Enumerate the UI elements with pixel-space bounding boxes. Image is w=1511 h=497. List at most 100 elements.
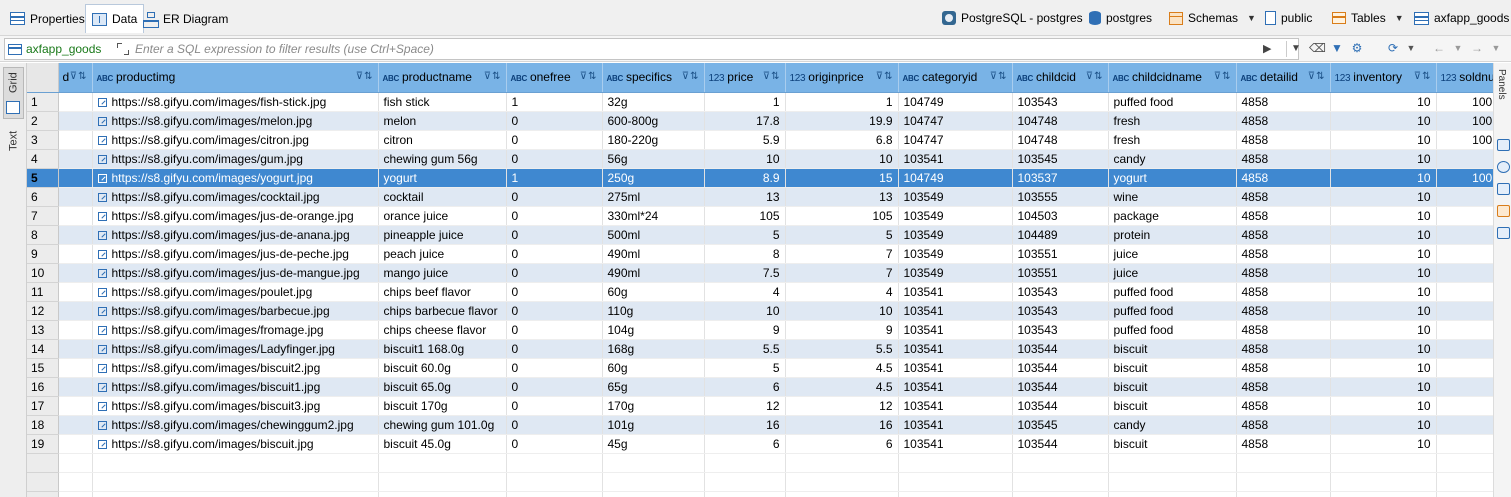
cell-productimg[interactable]: https://s8.gifyu.com/images/jus-de-peche…: [92, 244, 379, 264]
cell-productname[interactable]: biscuit 65.0g: [378, 377, 507, 397]
cell-categoryid[interactable]: 103549: [898, 263, 1013, 283]
cell-childcid[interactable]: 103544: [1012, 396, 1109, 416]
column-header[interactable]: 123 price ⊽⇅: [704, 63, 786, 93]
row-number[interactable]: 3: [27, 130, 59, 150]
filter-input[interactable]: axfapp_goods Enter a SQL expression to f…: [4, 38, 1301, 60]
cell-soldnum[interactable]: [1436, 225, 1493, 245]
cell-productname[interactable]: melon: [378, 111, 507, 131]
cell-productname[interactable]: biscuit 60.0g: [378, 358, 507, 378]
cell-price[interactable]: 17.8: [704, 111, 786, 131]
references-icon[interactable]: [1497, 227, 1510, 239]
row-number[interactable]: 9: [27, 244, 59, 264]
cell-childcidname[interactable]: puffed food: [1108, 320, 1237, 340]
row-number[interactable]: 5: [27, 168, 59, 188]
cell-inventory[interactable]: 10: [1330, 168, 1437, 188]
cell-detailid[interactable]: 4858: [1236, 301, 1331, 321]
cell-soldnum[interactable]: [1436, 358, 1493, 378]
cell-originprice[interactable]: 12: [785, 396, 899, 416]
tables-dropdown[interactable]: Tables ▼: [1332, 9, 1404, 27]
results-grid[interactable]: d ⊽⇅ ABC productimg ⊽⇅ ABC productname ⊽⇅ …: [27, 63, 1493, 497]
cell-detailid[interactable]: 4858: [1236, 130, 1331, 150]
tab-data[interactable]: Data: [85, 4, 145, 33]
sort-filter-icon[interactable]: ⊽⇅: [580, 71, 598, 82]
cell-originprice[interactable]: 4.5: [785, 377, 899, 397]
cell-specifics[interactable]: 104g: [602, 320, 705, 340]
tab-properties[interactable]: Properties: [4, 4, 91, 33]
cell-originprice[interactable]: 4: [785, 282, 899, 302]
chevron-down-icon[interactable]: ▼: [1403, 40, 1419, 56]
cell-inventory[interactable]: 10: [1330, 320, 1437, 340]
cell-hidden-col[interactable]: [58, 415, 93, 435]
sort-filter-icon[interactable]: ⊽⇅: [763, 71, 781, 82]
cell-soldnum[interactable]: [1436, 282, 1493, 302]
cell-onefree[interactable]: 0: [506, 244, 603, 264]
cell-specifics[interactable]: 490ml: [602, 244, 705, 264]
row-number[interactable]: 1: [27, 92, 59, 112]
row-number[interactable]: 6: [27, 187, 59, 207]
table-row[interactable]: 17 https://s8.gifyu.com/images/biscuit3.j…: [27, 396, 1493, 416]
cell-price[interactable]: 105: [704, 206, 786, 226]
tab-text-view[interactable]: Text: [3, 127, 24, 177]
cell-categoryid[interactable]: 103549: [898, 187, 1013, 207]
row-number[interactable]: 2: [27, 111, 59, 131]
schemas-dropdown[interactable]: Schemas ▼: [1169, 9, 1256, 27]
row-number[interactable]: 17: [27, 396, 59, 416]
cell-price[interactable]: 5.5: [704, 339, 786, 359]
cell-inventory[interactable]: 10: [1330, 149, 1437, 169]
cell-specifics[interactable]: 56g: [602, 149, 705, 169]
refresh-icon[interactable]: ⟳: [1385, 40, 1401, 56]
cell-childcidname[interactable]: juice: [1108, 244, 1237, 264]
cell-productname[interactable]: biscuit 170g: [378, 396, 507, 416]
column-header[interactable]: ABC categoryid ⊽⇅: [898, 63, 1013, 93]
cell-categoryid[interactable]: 103541: [898, 282, 1013, 302]
cell-originprice[interactable]: 16: [785, 415, 899, 435]
cell-childcidname[interactable]: biscuit: [1108, 358, 1237, 378]
cell-price[interactable]: 8: [704, 244, 786, 264]
cell-originprice[interactable]: 6: [785, 434, 899, 454]
cell-soldnum[interactable]: 100,: [1436, 92, 1493, 112]
cell-hidden-col[interactable]: [58, 358, 93, 378]
cell-onefree[interactable]: 0: [506, 434, 603, 454]
sort-filter-icon[interactable]: ⊽⇅: [1414, 71, 1432, 82]
cell-categoryid[interactable]: 103549: [898, 244, 1013, 264]
cell-originprice[interactable]: 15: [785, 168, 899, 188]
row-number[interactable]: 19: [27, 434, 59, 454]
cell-hidden-col[interactable]: [58, 377, 93, 397]
cell-price[interactable]: 8.9: [704, 168, 786, 188]
cell-originprice[interactable]: 4.5: [785, 358, 899, 378]
cell-detailid[interactable]: 4858: [1236, 244, 1331, 264]
cell-productimg[interactable]: https://s8.gifyu.com/images/biscuit3.jpg: [92, 396, 379, 416]
cell-detailid[interactable]: 4858: [1236, 377, 1331, 397]
cell-originprice[interactable]: 7: [785, 244, 899, 264]
cell-onefree[interactable]: 0: [506, 225, 603, 245]
filter-icon[interactable]: ▼: [1329, 40, 1345, 56]
cell-productimg[interactable]: https://s8.gifyu.com/images/melon.jpg: [92, 111, 379, 131]
cell-categoryid[interactable]: 103541: [898, 339, 1013, 359]
cell-price[interactable]: 10: [704, 301, 786, 321]
cell-inventory[interactable]: 10: [1330, 301, 1437, 321]
sort-filter-icon[interactable]: ⊽⇅: [484, 71, 502, 82]
cell-categoryid[interactable]: 103549: [898, 206, 1013, 226]
cell-productimg[interactable]: https://s8.gifyu.com/images/biscuit2.jpg: [92, 358, 379, 378]
schema-selector[interactable]: public: [1265, 9, 1312, 27]
cell-inventory[interactable]: 10: [1330, 415, 1437, 435]
cell-inventory[interactable]: 10: [1330, 263, 1437, 283]
cell-inventory[interactable]: 10: [1330, 130, 1437, 150]
cell-childcidname[interactable]: puffed food: [1108, 301, 1237, 321]
cell-inventory[interactable]: 10: [1330, 434, 1437, 454]
table-row[interactable]: 18 https://s8.gifyu.com/images/chewinggum…: [27, 415, 1493, 435]
cell-childcid[interactable]: 103544: [1012, 358, 1109, 378]
cell-categoryid[interactable]: 104749: [898, 168, 1013, 188]
cell-detailid[interactable]: 4858: [1236, 358, 1331, 378]
cell-detailid[interactable]: 4858: [1236, 415, 1331, 435]
sort-filter-icon[interactable]: ⊽⇅: [70, 71, 88, 82]
cell-soldnum[interactable]: 100,: [1436, 130, 1493, 150]
cell-childcidname[interactable]: candy: [1108, 149, 1237, 169]
cell-productimg[interactable]: https://s8.gifyu.com/images/fromage.jpg: [92, 320, 379, 340]
cell-hidden-col[interactable]: [58, 225, 93, 245]
sort-filter-icon[interactable]: ⊽⇅: [682, 71, 700, 82]
cell-productname[interactable]: yogurt: [378, 168, 507, 188]
row-number[interactable]: 14: [27, 339, 59, 359]
cell-originprice[interactable]: 6.8: [785, 130, 899, 150]
cell-onefree[interactable]: 0: [506, 339, 603, 359]
